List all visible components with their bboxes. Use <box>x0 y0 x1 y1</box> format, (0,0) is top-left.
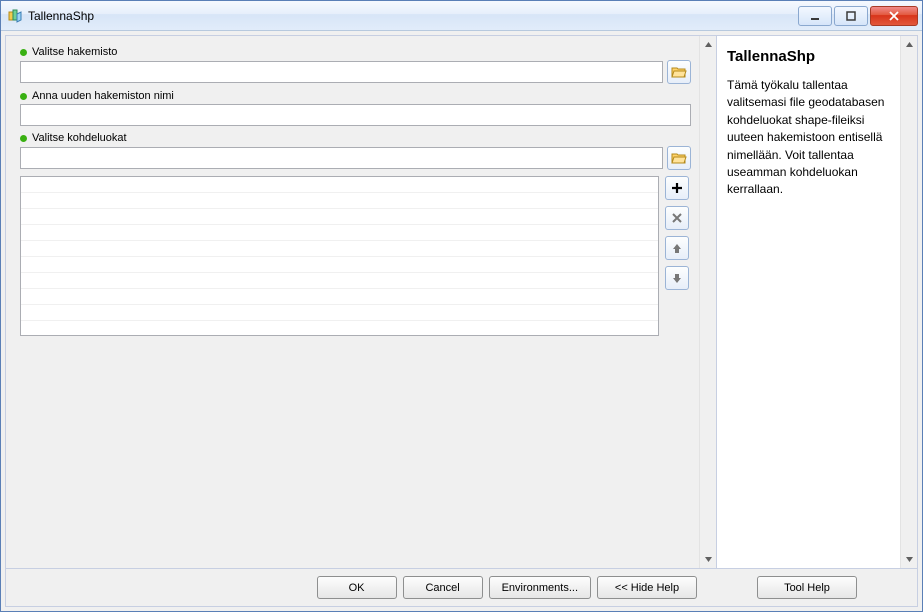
left-scrollbar[interactable] <box>699 36 716 568</box>
feature-class-listbox <box>20 176 691 336</box>
param-label: Valitse kohdeluokat <box>20 132 691 144</box>
list-item[interactable] <box>21 209 658 225</box>
help-content: TallennaShp Tämä työkalu tallentaa valit… <box>717 36 900 568</box>
list-item[interactable] <box>21 257 658 273</box>
help-buttons: Tool Help <box>707 576 907 599</box>
tool-help-button[interactable]: Tool Help <box>757 576 857 599</box>
label-text: Valitse kohdeluokat <box>32 132 127 144</box>
folder-open-icon <box>671 151 687 165</box>
dialog-buttons: OK Cancel Environments... << Hide Help <box>16 576 707 599</box>
hide-help-button[interactable]: << Hide Help <box>597 576 697 599</box>
scroll-track[interactable] <box>901 53 917 551</box>
help-text: Tämä työkalu tallentaa valitsemasi file … <box>727 77 890 199</box>
move-up-button[interactable] <box>665 236 689 260</box>
parameters-pane: Valitse hakemisto <box>6 36 717 568</box>
window-title: TallennaShp <box>28 9 798 23</box>
required-bullet-icon <box>20 49 27 56</box>
plus-icon <box>670 181 684 195</box>
list-item[interactable] <box>21 241 658 257</box>
main-split: Valitse hakemisto <box>6 36 917 568</box>
close-button[interactable] <box>870 6 918 26</box>
cancel-button[interactable]: Cancel <box>403 576 483 599</box>
param-select-directory: Valitse hakemisto <box>20 46 691 84</box>
titlebar[interactable]: TallennaShp <box>1 1 922 31</box>
scroll-down-icon[interactable] <box>901 551 917 568</box>
maximize-button[interactable] <box>834 6 868 26</box>
scroll-down-icon[interactable] <box>700 551 716 568</box>
list-item[interactable] <box>21 193 658 209</box>
label-text: Anna uuden hakemiston nimi <box>32 90 174 102</box>
window-controls <box>798 6 918 26</box>
required-bullet-icon <box>20 135 27 142</box>
list-item[interactable] <box>21 273 658 289</box>
label-text: Valitse hakemisto <box>32 46 117 58</box>
param-new-directory-name: Anna uuden hakemiston nimi <box>20 90 691 126</box>
remove-item-button[interactable] <box>665 206 689 230</box>
ok-button[interactable]: OK <box>317 576 397 599</box>
help-scrollbar[interactable] <box>900 36 917 568</box>
x-icon <box>671 212 683 224</box>
app-icon <box>7 8 23 24</box>
param-label: Valitse hakemisto <box>20 46 691 58</box>
list-item[interactable] <box>21 225 658 241</box>
move-down-button[interactable] <box>665 266 689 290</box>
list-item[interactable] <box>21 289 658 305</box>
required-bullet-icon <box>20 93 27 100</box>
feature-class-input[interactable] <box>20 147 663 169</box>
feature-class-list[interactable] <box>20 176 659 336</box>
help-pane: TallennaShp Tämä työkalu tallentaa valit… <box>717 36 917 568</box>
list-item[interactable] <box>21 177 658 193</box>
app-window: TallennaShp Valitse hakemisto <box>0 0 923 612</box>
browse-feature-class-button[interactable] <box>667 146 691 170</box>
help-title: TallennaShp <box>727 48 890 65</box>
list-item[interactable] <box>21 305 658 321</box>
param-label: Anna uuden hakemiston nimi <box>20 90 691 102</box>
add-item-button[interactable] <box>665 176 689 200</box>
directory-input[interactable] <box>20 61 663 83</box>
list-buttons <box>665 176 691 336</box>
minimize-button[interactable] <box>798 6 832 26</box>
parameters-scroll: Valitse hakemisto <box>6 36 699 568</box>
scroll-up-icon[interactable] <box>700 36 716 53</box>
scroll-track[interactable] <box>700 53 716 551</box>
scroll-up-icon[interactable] <box>901 36 917 53</box>
folder-open-icon <box>671 65 687 79</box>
client-area: Valitse hakemisto <box>5 35 918 607</box>
bottom-bar: OK Cancel Environments... << Hide Help T… <box>6 568 917 606</box>
param-feature-classes: Valitse kohdeluokat <box>20 132 691 336</box>
arrow-up-icon <box>671 242 683 254</box>
new-directory-name-input[interactable] <box>20 104 691 126</box>
arrow-down-icon <box>671 272 683 284</box>
browse-directory-button[interactable] <box>667 60 691 84</box>
environments-button[interactable]: Environments... <box>489 576 591 599</box>
